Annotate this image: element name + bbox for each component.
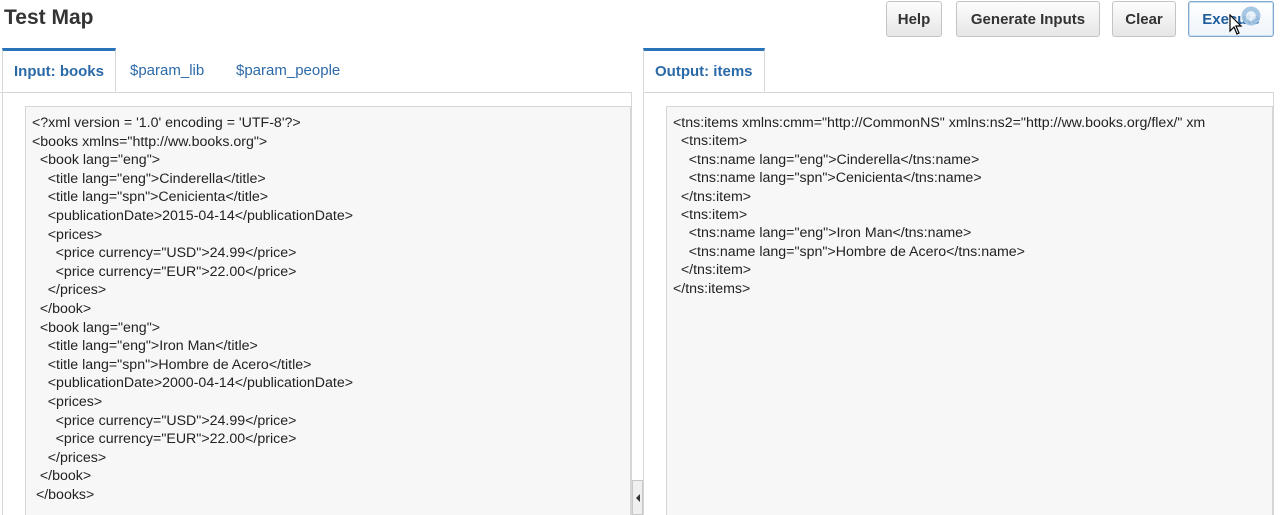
code-line: <prices>: [32, 394, 103, 410]
page-title: Test Map: [4, 6, 94, 29]
code-line: <prices>: [32, 226, 103, 243]
code-line: </tns:item>: [673, 262, 752, 279]
code-line: <books xmlns="http://ww.books.org">: [32, 133, 268, 150]
output-pane: <tns:items xmlns:cmm="http://CommonNS" x…: [643, 92, 1274, 515]
code-line: </prices>: [32, 282, 107, 299]
code-line: </book>: [32, 468, 92, 485]
tab-param-people[interactable]: $param_people: [225, 48, 351, 92]
input-tabbar: Input: books $param_lib $param_people: [0, 48, 632, 93]
chevron-left-icon: [635, 493, 640, 502]
clear-button[interactable]: Clear: [1112, 1, 1176, 37]
loading-spinner-icon: [1240, 5, 1262, 27]
code-line: </books>: [32, 487, 95, 503]
mouse-cursor-icon: [1229, 14, 1243, 35]
code-line: <tns:name lang="eng">Iron Man</tns:name>: [673, 225, 972, 242]
code-line: <tns:name lang="eng">Cinderella</tns:nam…: [673, 151, 980, 168]
generate-inputs-button[interactable]: Generate Inputs: [956, 1, 1100, 37]
code-line: <price currency="EUR">22.00</price>: [32, 431, 297, 448]
code-line: <?xml version = '1.0' encoding = 'UTF-8'…: [32, 115, 301, 131]
code-line: </prices>: [32, 449, 107, 466]
input-pane: <?xml version = '1.0' encoding = 'UTF-8'…: [2, 92, 632, 515]
collapse-splitter-handle[interactable]: [632, 480, 643, 515]
output-tabbar: Output: items: [643, 48, 1274, 93]
code-line: <tns:item>: [673, 207, 748, 223]
code-line: <title lang="spn">Hombre de Acero</title…: [32, 356, 312, 373]
tab-output-items[interactable]: Output: items: [643, 48, 765, 92]
code-line: <tns:item>: [673, 133, 748, 150]
code-line: <publicationDate>2015-04-14</publication…: [32, 208, 354, 224]
code-line: <book lang="eng">: [32, 319, 161, 336]
code-line: <price currency="USD">24.99</price>: [32, 245, 297, 262]
help-button[interactable]: Help: [886, 1, 942, 37]
tab-param-lib[interactable]: $param_lib: [119, 48, 215, 92]
code-line: </tns:item>: [673, 188, 752, 205]
code-line: <tns:items xmlns:cmm="http://CommonNS" x…: [673, 115, 1206, 131]
code-line: <book lang="eng">: [32, 152, 161, 169]
code-line: <title lang="eng">Cinderella</title>: [32, 170, 266, 187]
code-line: <tns:name lang="spn">Hombre de Acero</tn…: [673, 243, 1025, 260]
code-line: <price currency="USD">24.99</price>: [32, 412, 297, 429]
input-xml-editor[interactable]: <?xml version = '1.0' encoding = 'UTF-8'…: [25, 106, 631, 515]
code-line: <title lang="spn">Cenicienta</title>: [32, 189, 269, 206]
code-line: <price currency="EUR">22.00</price>: [32, 263, 297, 280]
tab-input-books[interactable]: Input: books: [2, 48, 116, 92]
code-line: <title lang="eng">Iron Man</title>: [32, 338, 258, 355]
code-line: </tns:items>: [673, 280, 751, 297]
code-line: <tns:name lang="spn">Cenicienta</tns:nam…: [673, 170, 982, 187]
code-line: </book>: [32, 301, 92, 317]
code-line: <publicationDate>2000-04-14</publication…: [32, 375, 354, 392]
output-xml-viewer: <tns:items xmlns:cmm="http://CommonNS" x…: [666, 106, 1273, 515]
